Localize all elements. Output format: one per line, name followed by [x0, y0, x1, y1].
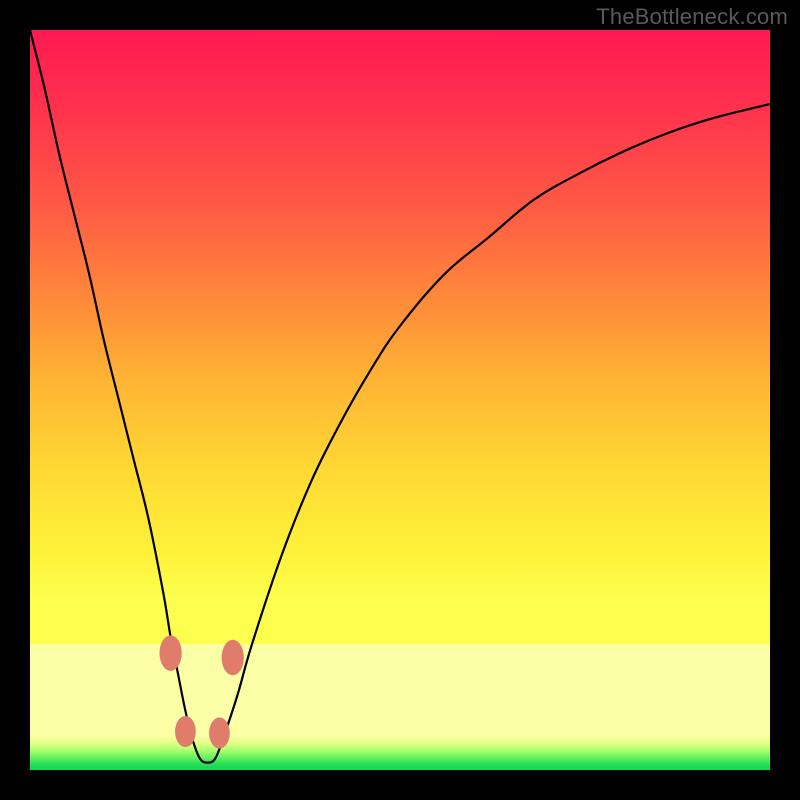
- curve-beads: [160, 635, 244, 748]
- plot-area: [30, 30, 770, 770]
- bead-right-lower: [209, 717, 230, 748]
- chart-stage: TheBottleneck.com: [0, 0, 800, 800]
- watermark-text: TheBottleneck.com: [596, 4, 788, 30]
- bead-left-lower: [175, 716, 196, 747]
- bottleneck-curve: [30, 30, 770, 763]
- bead-left-upper: [160, 635, 182, 671]
- curve-layer: [30, 30, 770, 770]
- bead-right-upper: [222, 640, 244, 676]
